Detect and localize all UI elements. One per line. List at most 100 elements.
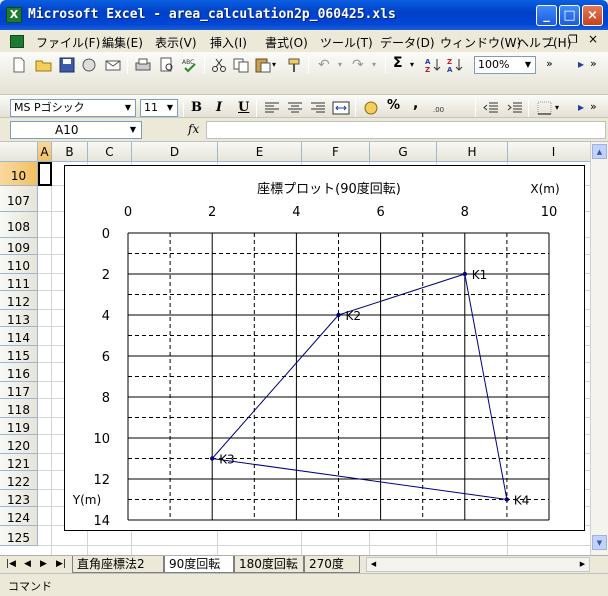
sheet-tab-1[interactable]: 直角座標法2: [72, 556, 164, 573]
save-icon[interactable]: [58, 57, 76, 73]
row-header-117[interactable]: 117: [0, 382, 38, 399]
close-button[interactable]: ×: [582, 5, 603, 26]
sort-descending-icon[interactable]: ZA: [446, 57, 464, 74]
bold-button[interactable]: B: [191, 100, 202, 115]
undo-icon[interactable]: ↶: [318, 57, 336, 73]
chevron-down-icon[interactable]: ▼: [163, 100, 177, 116]
zoom-select[interactable]: 100% ▼: [474, 56, 536, 74]
scroll-left-button[interactable]: ◀: [367, 558, 380, 571]
autosum-dropdown-icon[interactable]: ▾: [410, 60, 418, 76]
row-header-121[interactable]: 121: [0, 454, 38, 471]
increase-decimal-icon[interactable]: .00: [432, 100, 450, 116]
row-header-109[interactable]: 109: [0, 238, 38, 255]
scroll-down-button[interactable]: ▼: [592, 535, 607, 550]
currency-icon[interactable]: [362, 100, 380, 116]
last-sheet-button[interactable]: ▶|: [56, 559, 66, 569]
chevron-down-icon[interactable]: ▼: [121, 100, 135, 116]
column-header-a[interactable]: A: [38, 142, 52, 162]
row-header-120[interactable]: 120: [0, 435, 38, 454]
menu-item-2[interactable]: 編集(E): [102, 34, 143, 51]
email-icon[interactable]: [104, 57, 122, 73]
open-icon[interactable]: [35, 57, 53, 73]
row-header-124[interactable]: 124: [0, 507, 38, 526]
column-header-d[interactable]: D: [132, 142, 218, 162]
scatter-chart[interactable]: 座標プロット(90度回転) X(m) Y(m) 0 2 4 6 8 10 0 2 4 6 8 10 12…: [64, 165, 585, 531]
chart-plot[interactable]: 座標プロット(90度回転) X(m) Y(m) 0 2 4 6 8 10 0 2 4 6 8 10 12…: [65, 166, 586, 532]
doc-restore-button[interactable]: ❐: [568, 33, 578, 46]
row-header-114[interactable]: 114: [0, 327, 38, 346]
percent-button[interactable]: %: [387, 98, 405, 114]
scroll-right-button[interactable]: ▶: [576, 558, 589, 571]
sheet-tab-2[interactable]: 90度回転: [164, 556, 234, 573]
row-header-112[interactable]: 112: [0, 291, 38, 310]
menu-item-3[interactable]: 表示(V): [155, 34, 197, 51]
italic-button[interactable]: I: [216, 100, 222, 115]
menu-item-4[interactable]: 挿入(I): [210, 34, 247, 51]
toolbar-options-icon[interactable]: »: [590, 57, 608, 73]
increase-indent-icon[interactable]: [506, 100, 524, 116]
excel-app-icon[interactable]: X: [6, 7, 22, 23]
row-header-115[interactable]: 115: [0, 346, 38, 363]
borders-icon[interactable]: [536, 100, 554, 116]
row-header-123[interactable]: 123: [0, 490, 38, 507]
paste-icon[interactable]: [254, 57, 272, 73]
sort-ascending-icon[interactable]: AZ: [424, 57, 442, 74]
menu-item-8[interactable]: ウィンドウ(W): [440, 34, 521, 51]
undo-dropdown-icon[interactable]: ▾: [338, 60, 346, 76]
row-header-118[interactable]: 118: [0, 399, 38, 418]
autosum-button[interactable]: Σ: [393, 55, 411, 71]
row-header-122[interactable]: 122: [0, 471, 38, 490]
menu-item-1[interactable]: ファイル(F): [36, 34, 100, 51]
maximize-button[interactable]: □: [559, 5, 580, 26]
align-center-icon[interactable]: [286, 100, 304, 116]
minimize-button[interactable]: _: [536, 5, 557, 26]
name-box[interactable]: A10 ▼: [10, 121, 142, 139]
sheet-tab-3[interactable]: 180度回転: [234, 556, 304, 573]
select-all-button[interactable]: [0, 142, 38, 162]
align-left-icon[interactable]: [263, 100, 281, 116]
column-header-c[interactable]: C: [88, 142, 132, 162]
row-header-10[interactable]: 10: [0, 162, 38, 186]
workbook-icon[interactable]: [10, 35, 24, 48]
prev-sheet-button[interactable]: ◀: [24, 559, 31, 569]
cut-icon[interactable]: [210, 57, 228, 73]
column-header-f[interactable]: F: [302, 142, 370, 162]
scroll-up-button[interactable]: ▲: [592, 144, 607, 159]
print-icon[interactable]: [134, 57, 152, 73]
redo-dropdown-icon[interactable]: ▾: [372, 60, 380, 76]
copy-icon[interactable]: [232, 57, 250, 73]
menu-item-9[interactable]: ヘルプ(H): [517, 34, 571, 51]
decrease-indent-icon[interactable]: [482, 100, 500, 116]
chevron-down-icon[interactable]: ▼: [521, 57, 535, 73]
column-header-e[interactable]: E: [218, 142, 302, 162]
formula-input[interactable]: [206, 121, 606, 139]
vertical-scrollbar[interactable]: ▲ ▼: [590, 142, 608, 555]
permission-icon[interactable]: [80, 57, 98, 73]
merge-center-icon[interactable]: [332, 100, 350, 116]
align-right-icon[interactable]: [309, 100, 327, 116]
paste-dropdown-icon[interactable]: ▾: [272, 60, 280, 76]
underline-button[interactable]: U: [238, 100, 249, 115]
column-header-i[interactable]: I: [508, 142, 590, 162]
doc-minimize-button[interactable]: _: [548, 32, 554, 46]
print-preview-icon[interactable]: [158, 57, 176, 73]
row-header-116[interactable]: 116: [0, 363, 38, 382]
toolbar-options-icon[interactable]: »: [546, 57, 564, 73]
menu-item-7[interactable]: データ(D): [380, 34, 435, 51]
first-sheet-button[interactable]: |◀: [6, 559, 16, 569]
chevron-down-icon[interactable]: ▼: [126, 122, 140, 138]
spelling-icon[interactable]: ABC: [181, 57, 199, 73]
column-header-h[interactable]: H: [437, 142, 508, 162]
row-header-111[interactable]: 111: [0, 274, 38, 291]
column-header-b[interactable]: B: [52, 142, 88, 162]
insert-function-icon[interactable]: fx: [188, 122, 199, 136]
redo-icon[interactable]: ↷: [352, 57, 370, 73]
font-size-select[interactable]: 11 ▼: [140, 99, 178, 117]
menu-item-5[interactable]: 書式(O): [265, 34, 308, 51]
font-name-select[interactable]: MS Pゴシック ▼: [10, 99, 136, 117]
new-icon[interactable]: [10, 57, 28, 73]
comma-button[interactable]: ,: [413, 96, 431, 112]
borders-dropdown-icon[interactable]: ▾: [555, 103, 563, 119]
row-header-107[interactable]: 107: [0, 186, 38, 212]
format-painter-icon[interactable]: [286, 57, 304, 73]
